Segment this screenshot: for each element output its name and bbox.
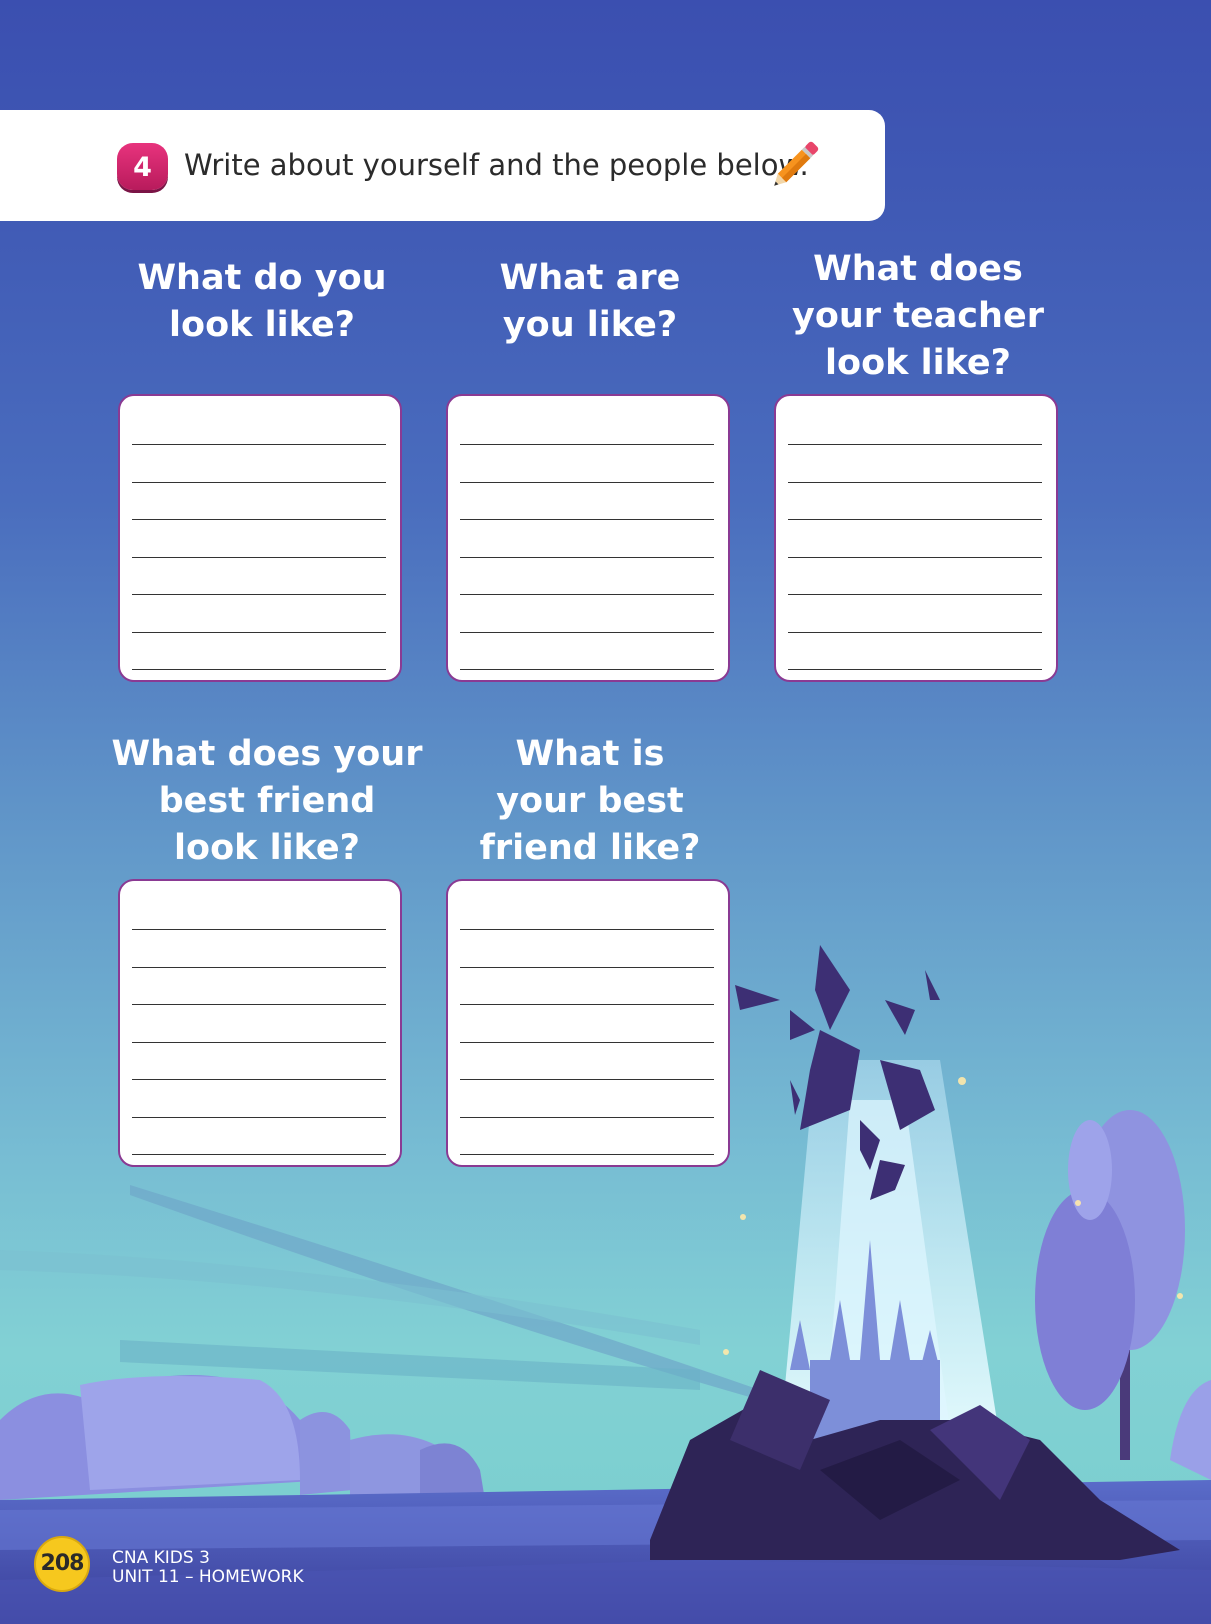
book-title: CNA KIDS 3	[112, 1548, 210, 1568]
page-number-badge: 208	[34, 1536, 90, 1592]
exercise-instruction: Write about yourself and the people belo…	[184, 148, 809, 182]
question-2-line-1: What are	[499, 258, 681, 298]
question-3: What does your teacher look like?	[768, 246, 1068, 387]
question-3-line-1: What does	[813, 249, 1023, 289]
question-4: What does your best friend look like?	[102, 731, 432, 872]
exercise-number: 4	[133, 152, 152, 183]
page-number: 208	[40, 1551, 85, 1576]
question-2-line-2: you like?	[502, 305, 678, 345]
answer-box-2[interactable]	[446, 394, 730, 682]
pencil-icon	[774, 141, 819, 186]
question-4-line-2: best friend	[158, 781, 376, 821]
question-3-line-3: look like?	[825, 343, 1011, 383]
answer-box-1[interactable]	[118, 394, 402, 682]
question-4-line-1: What does your	[111, 734, 423, 774]
question-5-line-1: What is	[515, 734, 665, 774]
question-1-line-1: What do you	[137, 258, 387, 298]
question-3-line-2: your teacher	[792, 296, 1044, 336]
unit-label: UNIT 11 – HOMEWORK	[112, 1567, 304, 1587]
question-5-line-3: friend like?	[479, 828, 701, 868]
question-1-line-2: look like?	[169, 305, 355, 345]
question-2: What are you like?	[440, 255, 740, 349]
answer-box-4[interactable]	[118, 879, 402, 1167]
exercise-number-badge: 4	[117, 143, 168, 190]
question-1: What do you look like?	[112, 255, 412, 349]
answer-box-5[interactable]	[446, 879, 730, 1167]
question-4-line-3: look like?	[174, 828, 360, 868]
question-5-line-2: your best	[496, 781, 684, 821]
answer-box-3[interactable]	[774, 394, 1058, 682]
question-5: What is your best friend like?	[440, 731, 740, 872]
